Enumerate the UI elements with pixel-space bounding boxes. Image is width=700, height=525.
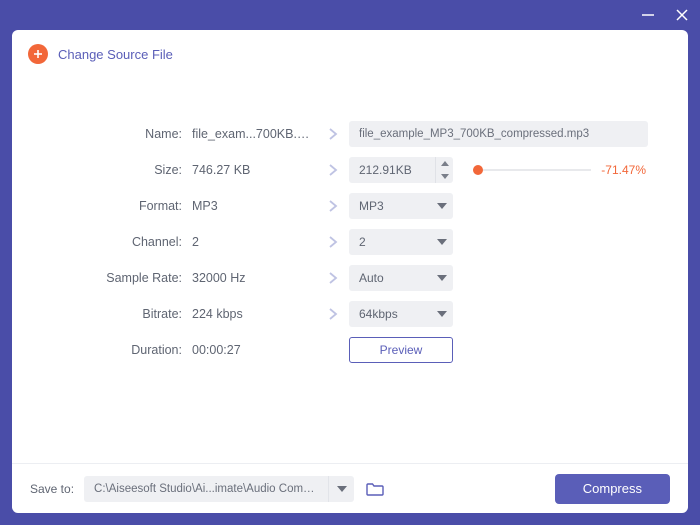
arrow-icon: [317, 163, 349, 177]
channel-value: 2: [192, 235, 317, 249]
format-value: MP3: [192, 199, 317, 213]
duration-label: Duration:: [52, 343, 192, 357]
arrow-icon: [317, 235, 349, 249]
compress-button[interactable]: Compress: [555, 474, 670, 504]
minimize-button[interactable]: [640, 7, 656, 23]
duration-value: 00:00:27: [192, 343, 317, 357]
arrow-icon: [317, 271, 349, 285]
channel-select[interactable]: 2: [349, 229, 453, 255]
size-label: Size:: [52, 163, 192, 177]
sample-rate-label: Sample Rate:: [52, 271, 192, 285]
arrow-icon: [317, 127, 349, 141]
name-label: Name:: [52, 127, 192, 141]
bitrate-select[interactable]: 64kbps: [349, 301, 453, 327]
size-up-button[interactable]: [436, 157, 453, 170]
sample-rate-value: 32000 Hz: [192, 271, 317, 285]
bitrate-label: Bitrate:: [52, 307, 192, 321]
chevron-down-icon: [431, 275, 453, 281]
size-slider[interactable]: [473, 169, 591, 171]
channel-select-value: 2: [349, 235, 431, 249]
output-size-value: 212.91KB: [349, 163, 435, 177]
chevron-down-icon[interactable]: [328, 476, 354, 502]
save-path-value: C:\Aiseesoft Studio\Ai...imate\Audio Com…: [84, 483, 328, 495]
arrow-icon: [317, 199, 349, 213]
output-size-spinner[interactable]: 212.91KB: [349, 157, 453, 183]
bitrate-value: 224 kbps: [192, 307, 317, 321]
size-down-button[interactable]: [436, 170, 453, 183]
output-name-input[interactable]: [349, 121, 648, 147]
size-slider-thumb[interactable]: [473, 165, 483, 175]
change-source-icon[interactable]: [28, 44, 48, 64]
arrow-icon: [317, 307, 349, 321]
sample-rate-select[interactable]: Auto: [349, 265, 453, 291]
preview-button[interactable]: Preview: [349, 337, 453, 363]
save-path-select[interactable]: C:\Aiseesoft Studio\Ai...imate\Audio Com…: [84, 476, 354, 502]
chevron-down-icon: [431, 203, 453, 209]
chevron-down-icon: [431, 239, 453, 245]
name-value: file_exam...700KB.mp3: [192, 127, 317, 141]
bitrate-select-value: 64kbps: [349, 307, 431, 321]
save-to-label: Save to:: [30, 482, 74, 496]
open-folder-button[interactable]: [364, 478, 386, 500]
close-button[interactable]: [674, 7, 690, 23]
chevron-down-icon: [431, 311, 453, 317]
format-select-value: MP3: [349, 199, 431, 213]
channel-label: Channel:: [52, 235, 192, 249]
change-source-label[interactable]: Change Source File: [58, 47, 173, 62]
format-label: Format:: [52, 199, 192, 213]
sample-rate-select-value: Auto: [349, 271, 431, 285]
size-value: 746.27 KB: [192, 163, 317, 177]
size-percent: -71.47%: [601, 163, 648, 177]
format-select[interactable]: MP3: [349, 193, 453, 219]
